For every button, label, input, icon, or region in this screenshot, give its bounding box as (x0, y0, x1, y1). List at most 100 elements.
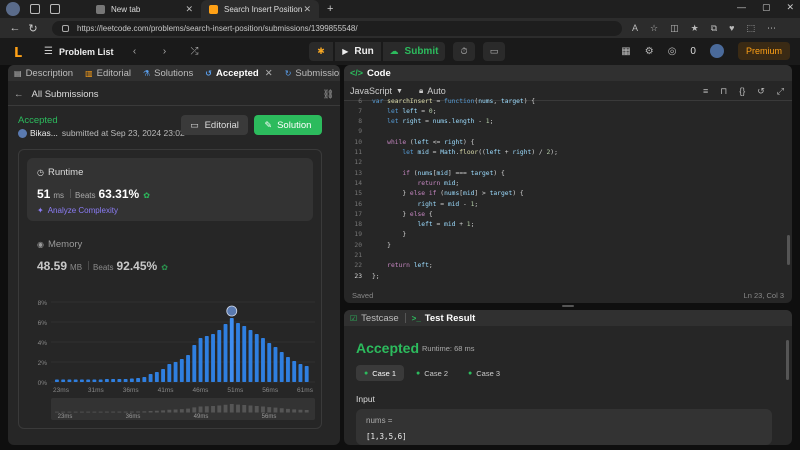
fullscreen-icon[interactable]: ⤢ (777, 86, 784, 97)
editorial-button[interactable]: ▭ Editorial (181, 115, 248, 135)
close-window-icon[interactable]: ✕ (786, 2, 794, 13)
scrollbar[interactable] (786, 340, 789, 380)
memory-chip-icon: ◉ (37, 240, 44, 249)
solution-button[interactable]: ✎ Solution (254, 115, 322, 135)
run-button[interactable]: ▶ Run (335, 42, 381, 61)
code-line[interactable]: 10 while (left <= right) { (344, 137, 474, 147)
avatar[interactable] (709, 44, 724, 58)
memory-title[interactable]: ◉ Memory (37, 239, 82, 250)
code-line[interactable]: 9 (344, 127, 372, 137)
overview-bar (292, 409, 297, 413)
code-line[interactable]: 14 return mid; (344, 178, 459, 188)
tab-description[interactable]: ▤ Description (8, 68, 79, 79)
shuffle-icon[interactable]: ⤮ (185, 46, 203, 57)
overview-tick-label: 23ms (58, 414, 73, 420)
read-aloud-icon[interactable]: A (632, 23, 638, 34)
code-line[interactable]: 13 if (nums[mid] === target) { (344, 168, 504, 178)
code-line[interactable]: 7 let left = 0; (344, 106, 436, 116)
runtime-value-row: 51 ms Beats 63.31% ✿ (37, 187, 150, 201)
back-arrow-icon[interactable]: ← (14, 89, 24, 100)
new-tab-plus-icon[interactable]: + (327, 3, 333, 15)
heart-icon[interactable]: ♥ (729, 23, 734, 34)
leetcode-logo-icon[interactable]: ᒪ (14, 45, 28, 60)
overview-bar (67, 411, 72, 413)
timer-icon[interactable]: ⏱ (453, 42, 475, 61)
tab-actions-icon[interactable] (50, 4, 60, 14)
runtime-box[interactable]: ◷ Runtime 51 ms Beats 63.31% ✿ ✦ Analyze … (27, 158, 313, 221)
cloud-upload-icon: ☁ (389, 46, 399, 56)
bookmark-icon[interactable]: ⊓ (720, 86, 727, 97)
tab-editorial[interactable]: ▥ Editorial (79, 68, 137, 79)
code-line[interactable]: 8 let right = nums.length - 1; (344, 117, 493, 127)
problem-list-link[interactable]: Problem List (59, 47, 114, 57)
browser-tab-leetcode[interactable]: Search Insert Position - LeetCode ✕ (201, 0, 319, 18)
user-avatar[interactable] (18, 128, 27, 138)
close-tab-icon[interactable]: ✕ (185, 4, 193, 15)
auto-mode-toggle[interactable]: 🔒︎ Auto (419, 86, 446, 96)
case-tab-3[interactable]: ● Case 3 (460, 365, 508, 381)
code-line[interactable]: 21 (344, 251, 372, 261)
code-line[interactable]: 18 left = mid + 1; (344, 220, 474, 230)
tab-test-result[interactable]: >_ Test Result (406, 313, 482, 324)
collections-icon[interactable]: ⧉ (711, 23, 717, 34)
saved-status: Saved (352, 291, 374, 300)
code-editor[interactable]: 6 var searchInsert = function(nums, targe… (344, 98, 784, 287)
browser-tab-new[interactable]: New tab ✕ (88, 0, 201, 18)
code-line[interactable]: 17 } else { (344, 209, 432, 219)
prev-problem-icon[interactable]: ‹ (125, 46, 143, 57)
favorite-star-icon[interactable]: ☆ (650, 23, 658, 34)
maximize-icon[interactable]: ▢ (762, 2, 771, 13)
memory-value-row[interactable]: 48.59 MB Beats 92.45% ✿ (37, 259, 168, 273)
code-line[interactable]: 12 (344, 158, 372, 168)
close-tab-icon[interactable]: ✕ (265, 68, 273, 79)
case-tab-1[interactable]: ● Case 1 (356, 365, 404, 381)
code-line[interactable]: 15 } else if (nums[mid] > target) { (344, 189, 523, 199)
link-icon[interactable]: ⛓ (323, 89, 334, 100)
tab-submissions[interactable]: ↻Submissions (279, 68, 340, 79)
runtime-distribution-chart[interactable]: 8% 6% 4% 2% 0% 23ms 31ms 36ms 41ms 46ms 51ms 56ms 61… (19, 288, 323, 428)
workspaces-icon[interactable] (30, 4, 40, 14)
refresh-icon[interactable]: ↻ (24, 22, 42, 35)
debug-icon[interactable]: ✱ (309, 42, 333, 61)
tab-accepted[interactable]: ↺ Accepted ✕ (199, 68, 278, 79)
minimize-icon[interactable]: — (737, 2, 746, 13)
close-tab-icon[interactable]: ✕ (303, 4, 311, 15)
favorites-icon[interactable]: ★ (691, 23, 699, 34)
tab-solutions[interactable]: ⚗ Solutions (137, 68, 199, 79)
tab-testcase[interactable]: ☑ Testcase (344, 313, 405, 324)
chart-bar (186, 355, 190, 382)
code-line[interactable]: 23}; (344, 271, 379, 281)
resize-handle[interactable] (562, 305, 574, 307)
braces-icon[interactable]: {} (739, 86, 745, 97)
code-line[interactable]: 6 var searchInsert = function(nums, targe… (344, 96, 535, 106)
premium-button[interactable]: Premium (737, 42, 790, 60)
extensions-icon[interactable]: ⬚ (746, 23, 755, 34)
all-submissions-link[interactable]: All Submissions (32, 89, 99, 100)
split-screen-icon[interactable]: ◫ (670, 23, 679, 34)
case-tab-2[interactable]: ● Case 2 (408, 365, 456, 381)
overview-bar (192, 407, 197, 413)
format-icon[interactable]: ≡ (703, 86, 708, 97)
reset-icon[interactable]: ↺ (757, 86, 765, 97)
submit-button[interactable]: ☁ Submit (383, 42, 445, 61)
settings-gear-icon[interactable]: ⚙ (645, 46, 654, 57)
fire-icon[interactable]: ◎ (668, 46, 677, 57)
browser-profile-icon[interactable] (6, 2, 20, 16)
cursor-position: Ln 23, Col 3 (743, 291, 784, 300)
code-line[interactable]: 20 } (344, 240, 391, 250)
analyze-complexity-link[interactable]: ✦ Analyze Complexity (37, 206, 118, 215)
code-line[interactable]: 16 right = mid - 1; (344, 199, 478, 209)
more-menu-icon[interactable]: ⋯ (767, 23, 776, 34)
code-line[interactable]: 19 } (344, 230, 406, 240)
username[interactable]: Bikas... (30, 128, 58, 138)
url-field[interactable]: https://leetcode.com/problems/search-ins… (52, 20, 622, 36)
code-line[interactable]: 22 return left; (344, 261, 432, 271)
code-line[interactable]: 11 let mid = Math.floor((left + right) /… (344, 148, 557, 158)
layout-grid-icon[interactable]: ▦ (621, 46, 630, 57)
scrollbar[interactable] (787, 235, 790, 265)
notes-icon[interactable]: ▭ (483, 42, 505, 61)
next-problem-icon[interactable]: › (155, 46, 173, 57)
language-select[interactable]: JavaScript ▼ (350, 86, 403, 96)
back-arrow-icon[interactable]: ← (6, 22, 24, 34)
problem-list-icon[interactable]: ☰ (44, 46, 53, 57)
